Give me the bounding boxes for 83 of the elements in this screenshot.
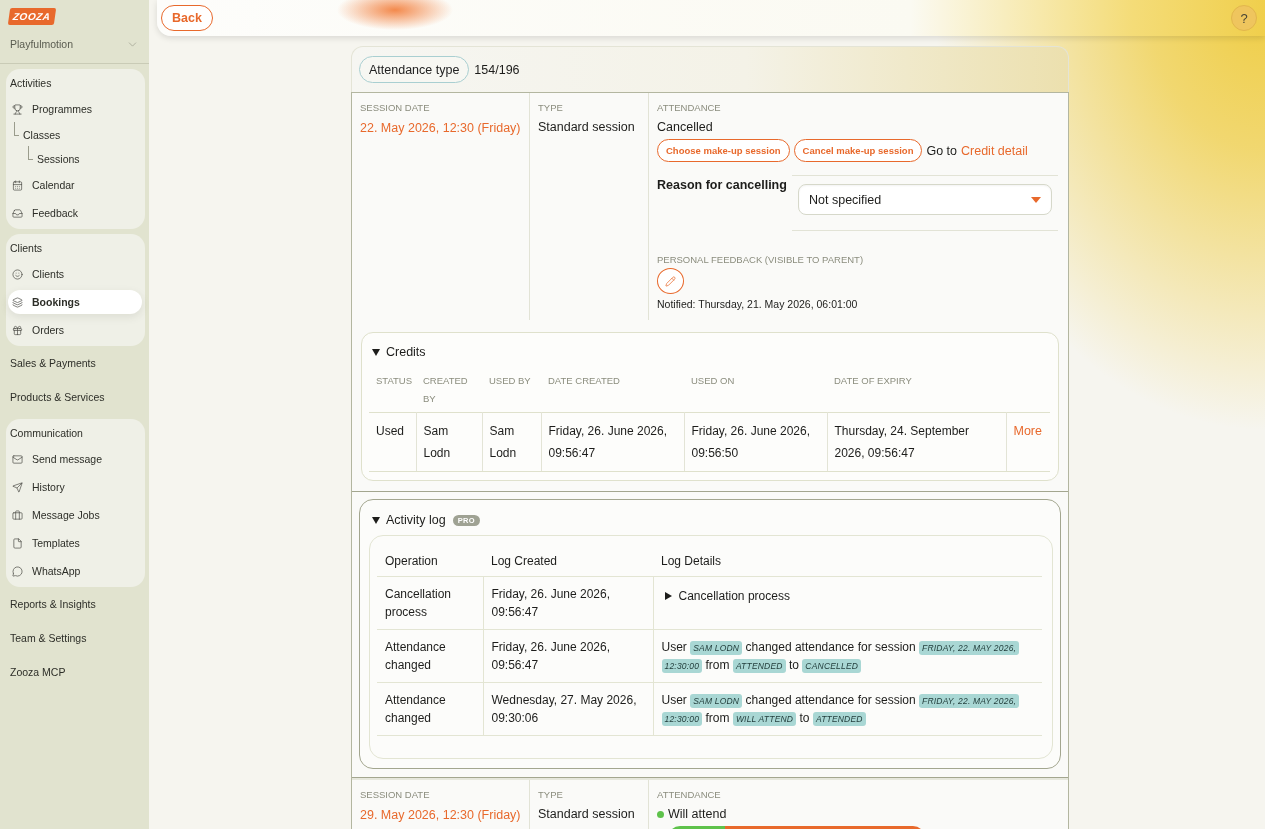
nav-item[interactable]: Templates: [8, 531, 142, 555]
nav-group-title: Clients: [9, 241, 43, 256]
caret-down-icon: [1031, 196, 1041, 203]
nav-item[interactable]: Send message: [8, 447, 142, 471]
column-label: TYPE: [538, 788, 563, 801]
nav-item[interactable]: Programmes: [8, 97, 142, 121]
table-cell: Attendance changed: [385, 639, 446, 672]
attendance-type-button[interactable]: Attendance type: [359, 56, 470, 83]
nav-link[interactable]: Sales & Payments: [0, 346, 149, 380]
attendance-status: Will attend: [668, 806, 727, 822]
pencil-icon: [665, 275, 676, 287]
column-label: ATTENDANCE: [657, 102, 721, 114]
table-cell: Friday, 26. June 2026, 09:56:47: [491, 639, 611, 672]
column-header: DATE CREATED: [548, 375, 620, 386]
go-to-text: Go to: [926, 143, 958, 158]
calendar-icon: [12, 179, 23, 191]
section-toggle[interactable]: Activity log: [369, 509, 446, 531]
nav-group-title: Activities: [9, 76, 52, 91]
column-label: SESSION DATE: [360, 788, 430, 801]
column-header: DATE OF EXPIRY: [834, 375, 912, 386]
column-header: Log Created: [491, 553, 558, 568]
column-header: Log Details: [661, 553, 722, 568]
reason-label: Reason for cancelling: [657, 178, 787, 193]
nav-link[interactable]: Products & Services: [0, 380, 149, 414]
nav-link[interactable]: Reports & Insights: [0, 587, 149, 621]
column-header: STATUS: [376, 375, 413, 386]
table-cell: Sam Lodn: [423, 424, 451, 460]
column-label: PERSONAL FEEDBACK (VISIBLE TO PARENT): [657, 254, 864, 266]
nav-item[interactable]: Sessions: [8, 147, 142, 171]
table-cell: Friday, 26. June 2026, 09:56:50: [691, 424, 811, 460]
table-cell: Used: [376, 424, 404, 438]
column-label: TYPE: [538, 102, 563, 114]
table-cell: Thursday, 24. September 2026, 09:56:47: [834, 424, 969, 460]
layers-icon: [12, 296, 23, 308]
nav-link[interactable]: Zooza MCP: [0, 655, 149, 689]
table-cell: Sam Lodn: [489, 424, 517, 460]
table-cell: Wednesday, 27. May 2026, 09:30:06: [491, 692, 637, 725]
nav-item[interactable]: Feedback: [8, 201, 142, 225]
column-label: ATTENDANCE: [657, 788, 721, 801]
smile-icon: [12, 268, 23, 280]
column-header: USED ON: [691, 375, 735, 386]
attendance-status: Cancelled: [657, 120, 713, 135]
column-header: USED BY: [489, 375, 531, 386]
session-date: 22. May 2026, 12:30 (Friday): [360, 121, 521, 136]
help-button[interactable]: ?: [1231, 5, 1257, 31]
inbox-icon: [12, 207, 23, 219]
account-switcher[interactable]: Playfulmotion: [2, 32, 141, 56]
nav-item[interactable]: Bookings: [8, 290, 142, 314]
table-cell: Friday, 26. June 2026, 09:56:47: [491, 586, 611, 619]
table-cell: Friday, 26. June 2026, 09:56:47: [548, 424, 668, 460]
nav-item[interactable]: History: [8, 475, 142, 499]
paper-plane-icon: [12, 481, 23, 493]
nav-item[interactable]: Calendar: [8, 173, 142, 197]
file-icon: [12, 537, 23, 549]
disclosure-toggle[interactable]: Cancellation process: [661, 586, 790, 605]
column-header: CREATED BY: [423, 375, 468, 404]
section-toggle[interactable]: Credits: [369, 341, 426, 363]
table-cell: Cancellation process: [385, 586, 452, 619]
nav-link[interactable]: Team & Settings: [0, 621, 149, 655]
nav-item[interactable]: Message Jobs: [8, 503, 142, 527]
reason-select[interactable]: Not specified: [798, 184, 1052, 215]
notified-text: Notified: Thursday, 21. May 2026, 06:01:00: [657, 298, 858, 311]
gift-icon: [12, 324, 23, 336]
session-date: 29. May 2026, 12:30 (Friday): [360, 807, 521, 823]
trophy-icon: [12, 103, 23, 115]
edit-button[interactable]: [657, 268, 684, 294]
column-header: Operation: [385, 553, 438, 568]
mail-icon: [12, 453, 23, 465]
session-type: Standard session: [538, 120, 635, 135]
nav-item[interactable]: Classes: [8, 123, 142, 147]
session-type: Standard session: [538, 806, 635, 822]
attendance-count: 154/196: [474, 62, 520, 77]
tree-line: [14, 122, 19, 136]
table-cell: Attendance changed: [385, 692, 446, 725]
nav-item[interactable]: WhatsApp: [8, 559, 142, 583]
column-label: SESSION DATE: [360, 102, 430, 114]
briefcase-icon: [12, 509, 23, 521]
nav-group-title: Communication: [9, 426, 83, 441]
chat-bubble-icon: [12, 565, 23, 577]
tree-line: [28, 146, 33, 160]
nav-item[interactable]: Clients: [8, 262, 142, 286]
logo: ZOOZA: [7, 8, 56, 25]
nav-item[interactable]: Orders: [8, 318, 142, 342]
